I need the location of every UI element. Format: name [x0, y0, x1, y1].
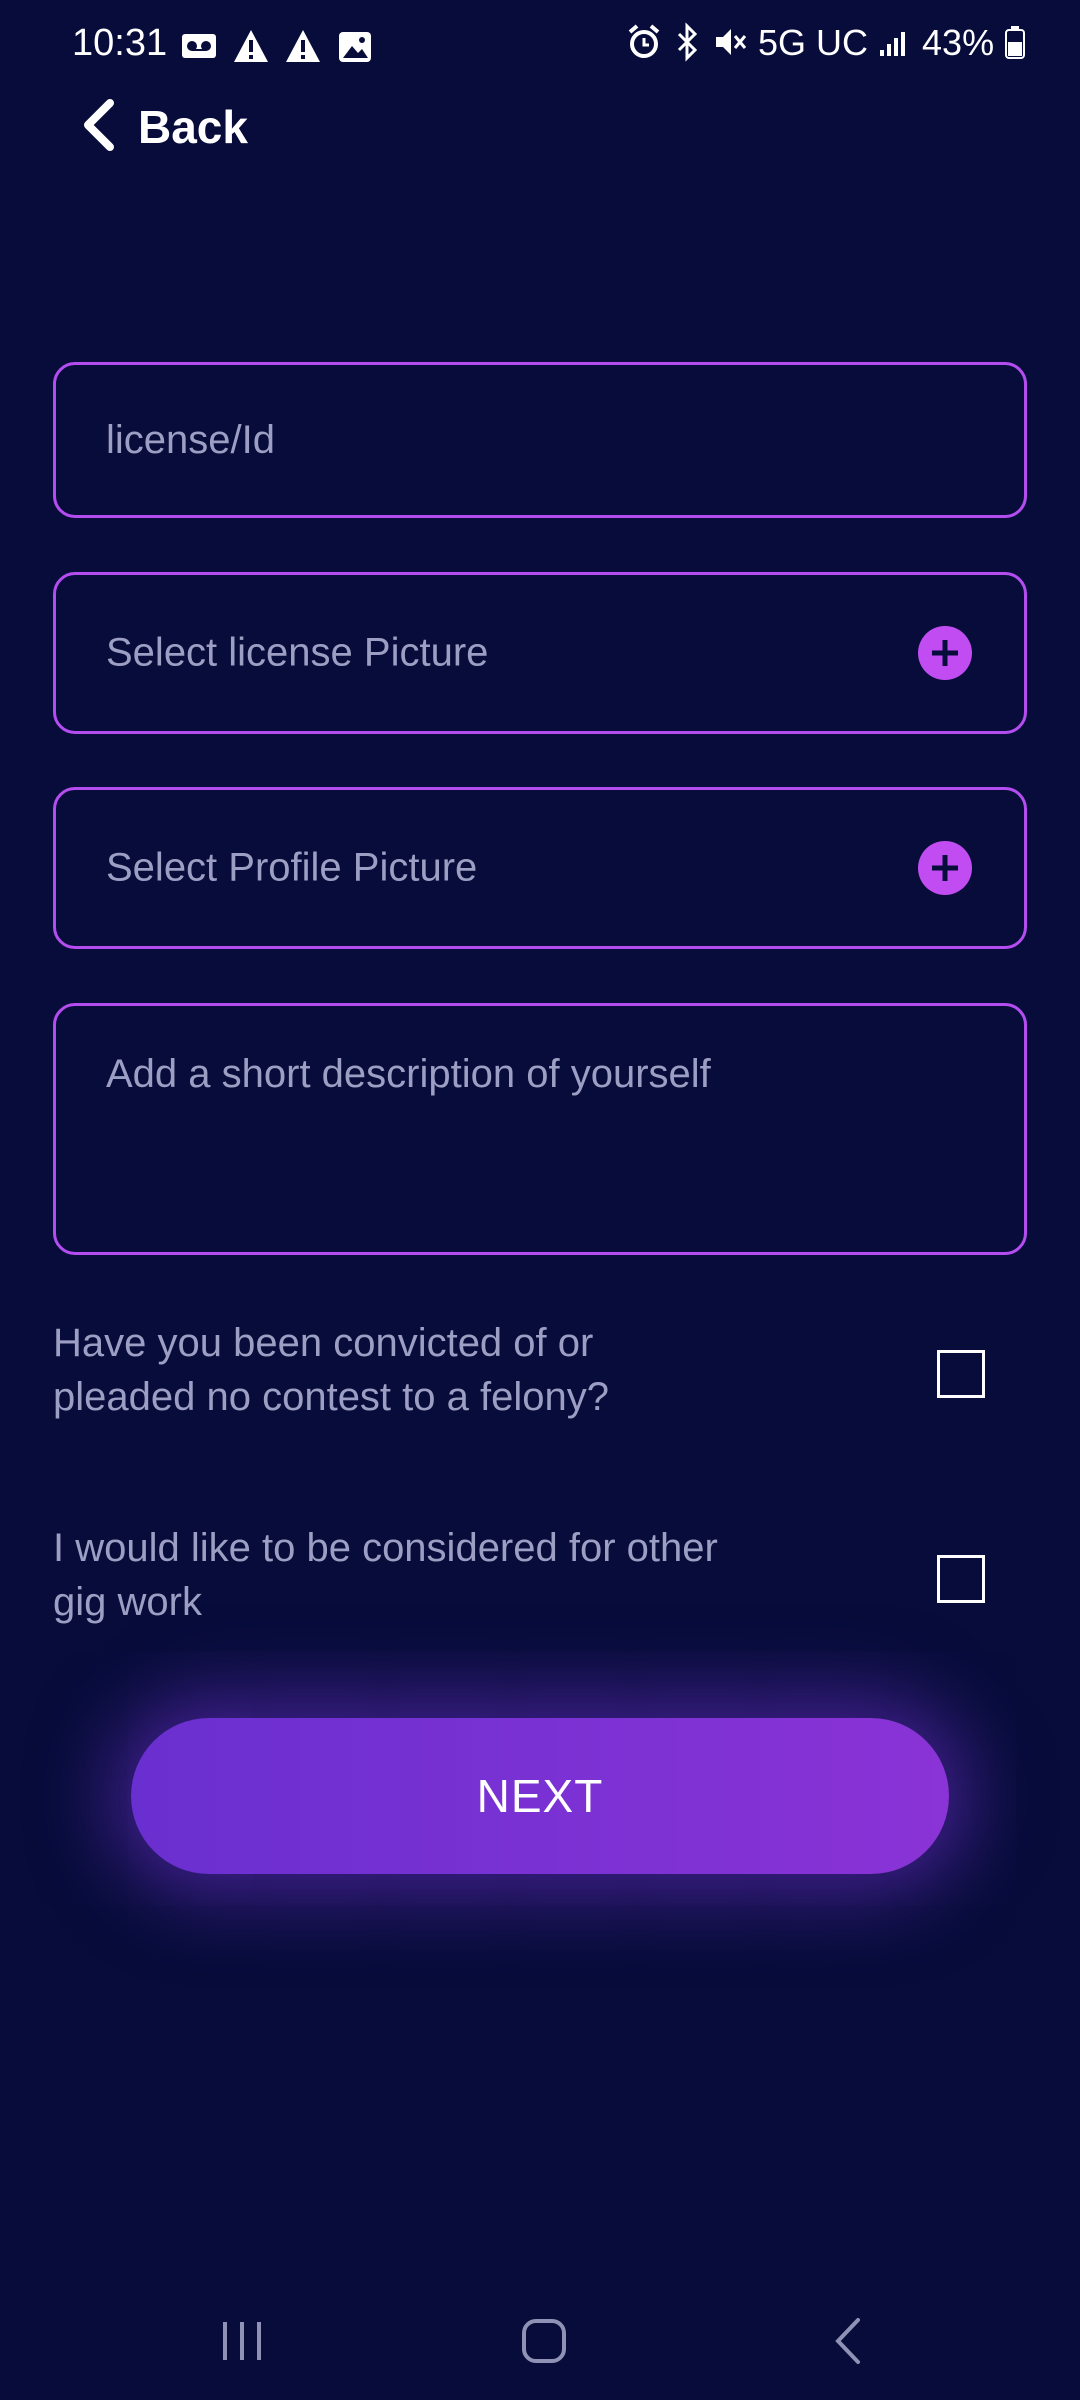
- battery-icon: [1004, 22, 1026, 62]
- back-label: Back: [138, 101, 248, 153]
- gig-work-question-text: I would like to be considered for other …: [53, 1526, 718, 1624]
- description-input[interactable]: [56, 1006, 1024, 1252]
- home-icon: [519, 2316, 569, 2371]
- license-picture-field[interactable]: Select license Picture: [53, 572, 1027, 734]
- profile-picture-label: Select Profile Picture: [106, 845, 478, 890]
- status-time: 10:31: [72, 22, 168, 64]
- profile-picture-field[interactable]: Select Profile Picture: [53, 787, 1027, 949]
- add-license-picture-icon[interactable]: [918, 626, 972, 680]
- chevron-left-icon: [78, 95, 118, 160]
- status-bar: 10:31 5G UC 43%: [0, 0, 1080, 92]
- signal-icon: [878, 22, 912, 62]
- recent-apps-button[interactable]: [202, 2308, 282, 2378]
- battery-percent: 43%: [922, 22, 995, 63]
- alert-icon: [284, 26, 322, 66]
- add-profile-picture-icon[interactable]: [918, 841, 972, 895]
- back-arrow-icon: [828, 2316, 868, 2371]
- navigation-bar: [0, 2280, 1080, 2400]
- description-field: [53, 1003, 1027, 1255]
- license-picture-label: Select license Picture: [106, 630, 489, 675]
- system-back-button[interactable]: [808, 2308, 888, 2378]
- license-id-input[interactable]: [56, 365, 1024, 515]
- recent-apps-icon: [217, 2318, 267, 2369]
- image-icon: [336, 26, 374, 66]
- mute-icon: [712, 22, 748, 62]
- gig-work-question: I would like to be considered for other …: [53, 1521, 1027, 1637]
- next-label: NEXT: [476, 1770, 604, 1822]
- felony-question-text: Have you been convicted of or pleaded no…: [53, 1321, 609, 1419]
- back-button[interactable]: Back: [78, 92, 248, 162]
- alert-icon: [232, 26, 270, 66]
- alarm-icon: [626, 22, 662, 62]
- gig-work-checkbox[interactable]: [937, 1555, 985, 1603]
- voicemail-icon: [180, 26, 218, 66]
- registration-screen: 10:31 5G UC 43% Back license/Id Select l…: [0, 0, 1080, 2400]
- status-right-icons: 5G UC 43%: [626, 22, 1026, 63]
- felony-question: Have you been convicted of or pleaded no…: [53, 1316, 1027, 1432]
- network-type: 5G UC: [758, 22, 869, 63]
- bluetooth-icon: [672, 22, 702, 62]
- felony-checkbox[interactable]: [937, 1350, 985, 1398]
- license-id-field: [53, 362, 1027, 518]
- next-button[interactable]: NEXT: [131, 1718, 949, 1874]
- home-button[interactable]: [504, 2308, 584, 2378]
- status-left-icons: [180, 26, 374, 66]
